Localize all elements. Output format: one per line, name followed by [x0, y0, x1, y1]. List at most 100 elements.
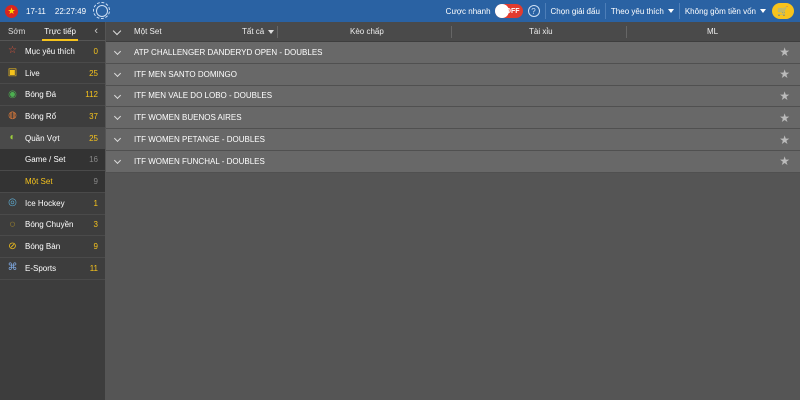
table-header: Một Set Tất cả Kèo chấp Tài xỉu ML [106, 22, 800, 42]
sidebar-item-count: 16 [89, 155, 98, 165]
sidebar-item-label: Bóng Bàn [25, 242, 61, 252]
chevron-down-icon[interactable] [113, 113, 122, 121]
divider [604, 3, 606, 19]
chevron-down-icon[interactable] [113, 69, 122, 77]
stake-label: Không gồm tiền vốn [684, 6, 756, 16]
sidebar-item-ice-hockey[interactable]: ◎ Ice Hockey 1 [0, 193, 105, 215]
filter-label: Tất cả [242, 27, 265, 36]
sidebar-item-count: 1 [93, 198, 98, 208]
volleyball-icon: ◌ [9, 218, 16, 230]
collapse-sidebar-icon[interactable]: ‹ [94, 25, 98, 37]
select-league-label: Chọn giải đấu [550, 6, 600, 16]
select-league-button[interactable]: Chọn giải đấu [551, 7, 600, 16]
sidebar-subitem-game-set[interactable]: Game / Set 16 [0, 149, 105, 172]
league-row[interactable]: ITF WOMEN PETANGE - DOUBLES ★ [106, 129, 800, 151]
divider [544, 3, 546, 19]
league-name: ITF MEN SANTO DOMINGO [134, 69, 237, 79]
sort-dropdown[interactable]: Theo yêu thích [611, 7, 674, 16]
sidebar-subitem-one-set[interactable]: Một Set 9 [0, 171, 105, 193]
favorite-star-icon[interactable]: ★ [779, 90, 790, 102]
sidebar-item-label: Bóng Rổ [25, 111, 57, 121]
bet-slip-cart-icon[interactable]: 🛒 [772, 3, 794, 19]
sidebar-item-volleyball[interactable]: ◌ Bóng Chuyền 3 [0, 215, 105, 237]
sidebar-item-favorites[interactable]: ☆ Mục yêu thích 0 [0, 41, 105, 63]
league-name: ITF WOMEN BUENOS AIRES [134, 113, 242, 123]
chevron-down-icon[interactable] [113, 135, 122, 143]
sidebar-item-count: 25 [89, 133, 98, 143]
vietnam-flag-icon: ★ [5, 4, 18, 18]
divider [678, 3, 680, 19]
league-row[interactable]: ITF WOMEN FUNCHAL - DOUBLES ★ [106, 150, 800, 173]
chevron-down-icon [268, 29, 275, 34]
tab-early[interactable]: Sớm [8, 27, 25, 36]
filter-dropdown[interactable]: Tất cả [242, 27, 275, 36]
sidebar-item-soccer[interactable]: ◉ Bóng Đá 112 [0, 84, 105, 107]
sidebar-item-count: 112 [85, 90, 98, 100]
gamepad-icon: ⌘ [7, 262, 18, 274]
league-row[interactable]: ITF MEN VALE DO LOBO - DOUBLES ★ [106, 85, 800, 108]
chevron-down-icon[interactable] [113, 156, 122, 165]
sidebar-item-count: 25 [89, 68, 98, 78]
sidebar-item-esports[interactable]: ⌘ E-Sports 11 [0, 258, 105, 280]
current-time: 22:27:49 [54, 6, 87, 16]
hockey-puck-icon: ◎ [8, 197, 17, 209]
sidebar-item-count: 9 [93, 242, 98, 252]
column-divider [626, 26, 627, 38]
sidebar-item-count: 0 [93, 46, 98, 56]
theme-sun-icon[interactable] [93, 2, 111, 19]
sidebar-item-count: 11 [89, 263, 98, 273]
sidebar-item-basketball[interactable]: ◍ Bóng Rổ 37 [0, 106, 105, 128]
league-name: ITF WOMEN PETANGE - DOUBLES [134, 135, 265, 145]
league-row[interactable]: ITF WOMEN BUENOS AIRES ★ [106, 107, 800, 130]
collapse-all-icon[interactable] [112, 26, 122, 36]
sidebar-item-label: Ice Hockey [25, 198, 65, 208]
over-under-header: Tài xỉu [529, 27, 553, 36]
sidebar-item-live[interactable]: ▣ Live 25 [0, 63, 105, 85]
sidebar-item-label: Game / Set [25, 155, 66, 165]
sidebar-item-label: Mục yêu thích [25, 46, 75, 56]
favorite-star-icon[interactable]: ★ [779, 134, 790, 146]
league-row[interactable]: ATP CHALLENGER DANDERYD OPEN - DOUBLES ★ [106, 42, 800, 64]
tab-live[interactable]: Trực tiếp [42, 27, 78, 41]
quick-bet-label: Cược nhanh [445, 6, 491, 16]
chevron-down-icon[interactable] [113, 91, 122, 99]
sidebar-item-count: 37 [89, 111, 98, 121]
tennis-ball-icon: ◐ [9, 132, 16, 144]
quick-bet-toggle[interactable]: OFF [494, 4, 523, 18]
sort-label: Theo yêu thích [610, 6, 664, 16]
sidebar-item-count: 3 [93, 220, 98, 230]
league-name: ATP CHALLENGER DANDERYD OPEN - DOUBLES [134, 47, 323, 57]
sidebar-item-label: Bóng Chuyền [25, 220, 74, 230]
handicap-header: Kèo chấp [350, 27, 384, 36]
star-icon: ☆ [8, 45, 17, 57]
toggle-knob [494, 4, 509, 18]
league-name: ITF WOMEN FUNCHAL - DOUBLES [134, 156, 265, 166]
chevron-down-icon [760, 9, 766, 13]
favorite-star-icon[interactable]: ★ [779, 155, 790, 167]
favorite-star-icon[interactable]: ★ [779, 46, 790, 58]
sidebar-item-table-tennis[interactable]: ⊘ Bóng Bàn 9 [0, 236, 105, 258]
stake-dropdown[interactable]: Không gồm tiền vốn [685, 7, 766, 16]
sidebar-item-label: Live [25, 68, 40, 78]
sidebar-item-count: 9 [93, 176, 98, 186]
league-name: ITF MEN VALE DO LOBO - DOUBLES [134, 91, 273, 101]
chevron-down-icon[interactable] [113, 47, 122, 56]
league-row[interactable]: ITF MEN SANTO DOMINGO ★ [106, 63, 800, 86]
moneyline-header: ML [707, 27, 719, 36]
basketball-icon: ◍ [8, 110, 17, 122]
favorite-star-icon[interactable]: ★ [779, 112, 790, 124]
table-tennis-icon: ⊘ [8, 240, 17, 252]
chevron-down-icon [667, 9, 674, 13]
column-divider [451, 26, 452, 38]
current-date: 17-11 [26, 6, 46, 16]
sidebar-item-tennis[interactable]: ◐ Quần Vợt 25 [0, 127, 105, 150]
main-content: Một Set Tất cả Kèo chấp Tài xỉu ML ATP C… [106, 22, 800, 400]
sidebar-item-label: Một Set [25, 176, 53, 186]
column-divider [277, 26, 278, 38]
help-icon[interactable]: ? [527, 5, 540, 17]
sidebar-tabs: Sớm Trực tiếp ‹ [0, 22, 105, 41]
favorite-star-icon[interactable]: ★ [779, 68, 790, 80]
sidebar-item-label: E-Sports [25, 263, 57, 273]
sidebar-item-label: Quần Vợt [25, 133, 60, 143]
market-header: Một Set [134, 27, 162, 36]
